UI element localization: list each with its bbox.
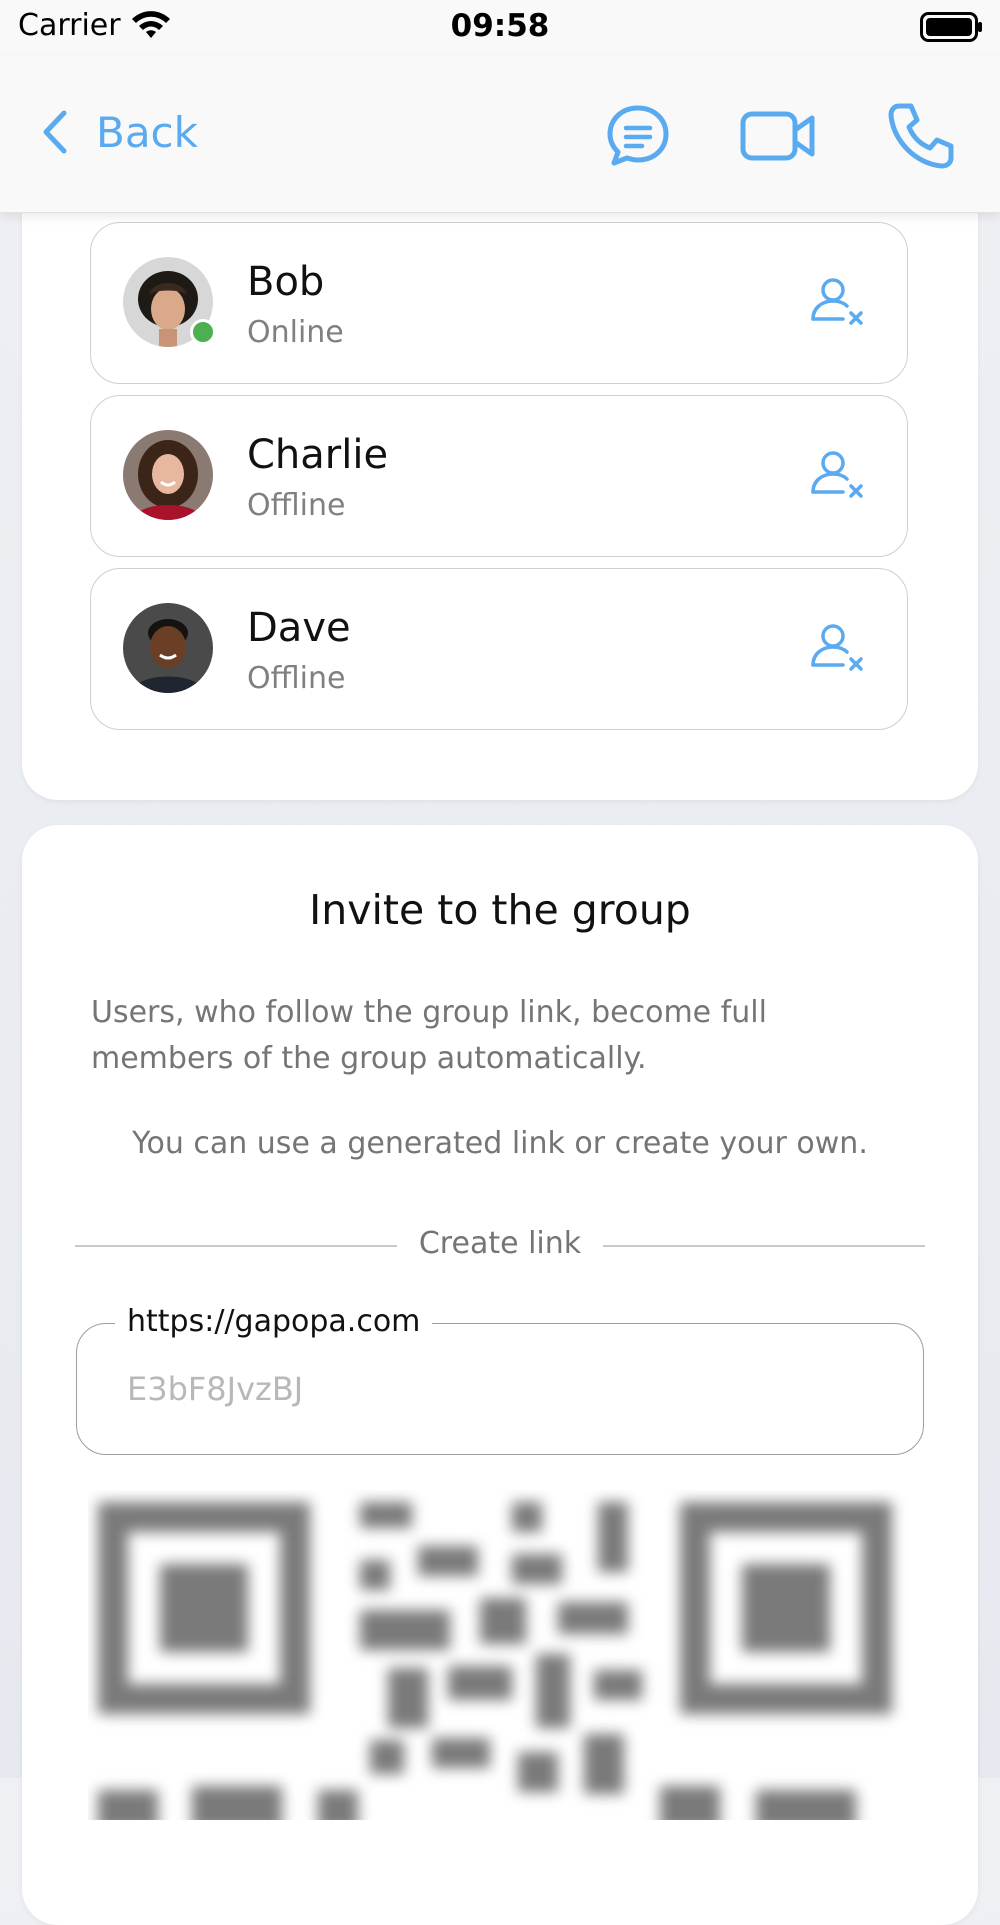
divider-right xyxy=(603,1245,925,1247)
avatar[interactable] xyxy=(123,257,216,347)
remove-user-icon[interactable] xyxy=(809,621,865,677)
link-slug-input[interactable] xyxy=(127,1362,867,1416)
member-name: Bob xyxy=(247,259,325,305)
remove-user-icon[interactable] xyxy=(809,448,865,504)
phone-icon[interactable] xyxy=(885,100,957,172)
qr-code-icon[interactable] xyxy=(88,1490,918,1820)
chat-bubble-icon[interactable] xyxy=(602,100,674,172)
invite-description: Users, who follow the group link, become… xyxy=(91,995,767,1076)
member-status: Online xyxy=(247,315,344,350)
clock: 09:58 xyxy=(450,8,550,44)
member-name: Charlie xyxy=(247,432,389,478)
create-link-label: Create link xyxy=(418,1226,582,1261)
nav-bar: Back xyxy=(0,56,1000,213)
avatar-dave xyxy=(123,603,213,693)
back-button[interactable]: Back xyxy=(38,102,198,162)
link-field: https://gapopa.com xyxy=(76,1302,924,1455)
member-item-bob[interactable]: Bob Online xyxy=(90,222,908,384)
battery-icon xyxy=(920,12,982,42)
invite-title: Invite to the group xyxy=(309,886,691,934)
member-item-dave[interactable]: Dave Offline xyxy=(90,568,908,730)
member-status: Offline xyxy=(247,488,346,523)
online-indicator xyxy=(190,319,216,345)
avatar[interactable] xyxy=(123,430,213,520)
video-camera-icon[interactable] xyxy=(740,100,816,172)
back-label: Back xyxy=(96,107,198,157)
avatar[interactable] xyxy=(123,603,213,693)
chevron-left-icon xyxy=(43,110,67,154)
member-item-charlie[interactable]: Charlie Offline xyxy=(90,395,908,557)
invite-hint: You can use a generated link or create y… xyxy=(132,1126,868,1161)
link-field-label: https://gapopa.com xyxy=(115,1302,433,1342)
member-name: Dave xyxy=(247,605,351,651)
member-status: Offline xyxy=(247,661,346,696)
avatar-charlie xyxy=(123,430,213,520)
remove-user-icon[interactable] xyxy=(809,275,865,331)
status-bar: Carrier 09:58 xyxy=(0,0,1000,56)
